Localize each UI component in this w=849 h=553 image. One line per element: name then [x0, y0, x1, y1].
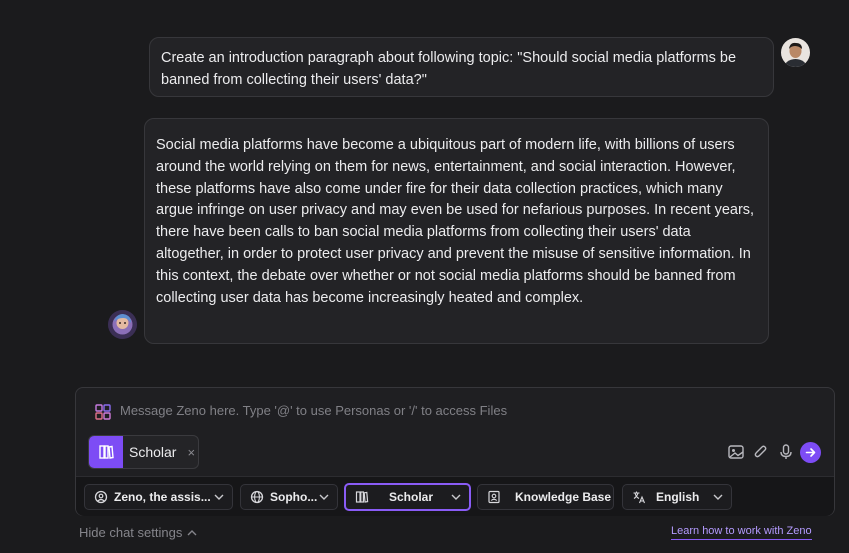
knowledge-icon — [488, 490, 500, 504]
composer-input-area[interactable]: Message Zeno here. Type '@' to use Perso… — [76, 388, 834, 476]
assistant-message-text: Social media platforms have become a ubi… — [156, 137, 755, 306]
assistant-avatar — [108, 310, 137, 339]
knowledge-base-button[interactable]: Knowledge Base — [477, 484, 614, 510]
globe-icon — [250, 490, 264, 504]
book-icon — [355, 491, 369, 503]
paperclip-icon[interactable] — [752, 443, 770, 461]
chip-label: Scholar — [129, 444, 177, 460]
language-selector[interactable]: English — [622, 484, 732, 510]
chevron-up-icon — [187, 529, 197, 535]
persona-icon — [94, 490, 108, 504]
learn-how-link[interactable]: Learn how to work with Zeno — [671, 525, 812, 540]
chevron-down-icon — [713, 494, 723, 500]
send-button[interactable] — [800, 442, 821, 463]
mode-selector[interactable]: Scholar — [344, 483, 471, 511]
user-avatar — [781, 38, 810, 67]
microphone-icon[interactable] — [777, 443, 795, 461]
chevron-down-icon — [451, 494, 461, 500]
chevron-down-icon — [319, 494, 329, 500]
active-mode-chip[interactable]: Scholar × — [88, 435, 199, 469]
message-input[interactable]: Message Zeno here. Type '@' to use Perso… — [120, 403, 507, 418]
model-label: Sopho... — [270, 490, 318, 504]
chat-settings-bar: Zeno, the assis... Sopho... Scholar Know… — [76, 476, 834, 516]
image-icon[interactable] — [727, 443, 745, 461]
chevron-down-icon — [214, 494, 224, 500]
translate-icon — [633, 491, 646, 504]
assistant-message-bubble: Social media platforms have become a ubi… — [144, 118, 769, 344]
persona-selector[interactable]: Zeno, the assis... — [84, 484, 233, 510]
grid-icon[interactable] — [95, 404, 111, 420]
hide-chat-settings-toggle[interactable]: Hide chat settings — [79, 525, 197, 540]
book-icon — [89, 436, 123, 468]
language-label: English — [656, 490, 700, 504]
close-icon[interactable]: × — [187, 445, 195, 460]
user-message-bubble: Create an introduction paragraph about f… — [149, 37, 774, 97]
mode-label: Scholar — [389, 490, 434, 504]
persona-label: Zeno, the assis... — [114, 490, 211, 504]
knowledge-label: Knowledge Base — [515, 490, 612, 504]
user-message-text: Create an introduction paragraph about f… — [161, 50, 737, 88]
hide-settings-label: Hide chat settings — [79, 525, 183, 540]
send-icon — [805, 448, 816, 457]
model-selector[interactable]: Sopho... — [240, 484, 338, 510]
chat-composer: Message Zeno here. Type '@' to use Perso… — [75, 387, 835, 516]
